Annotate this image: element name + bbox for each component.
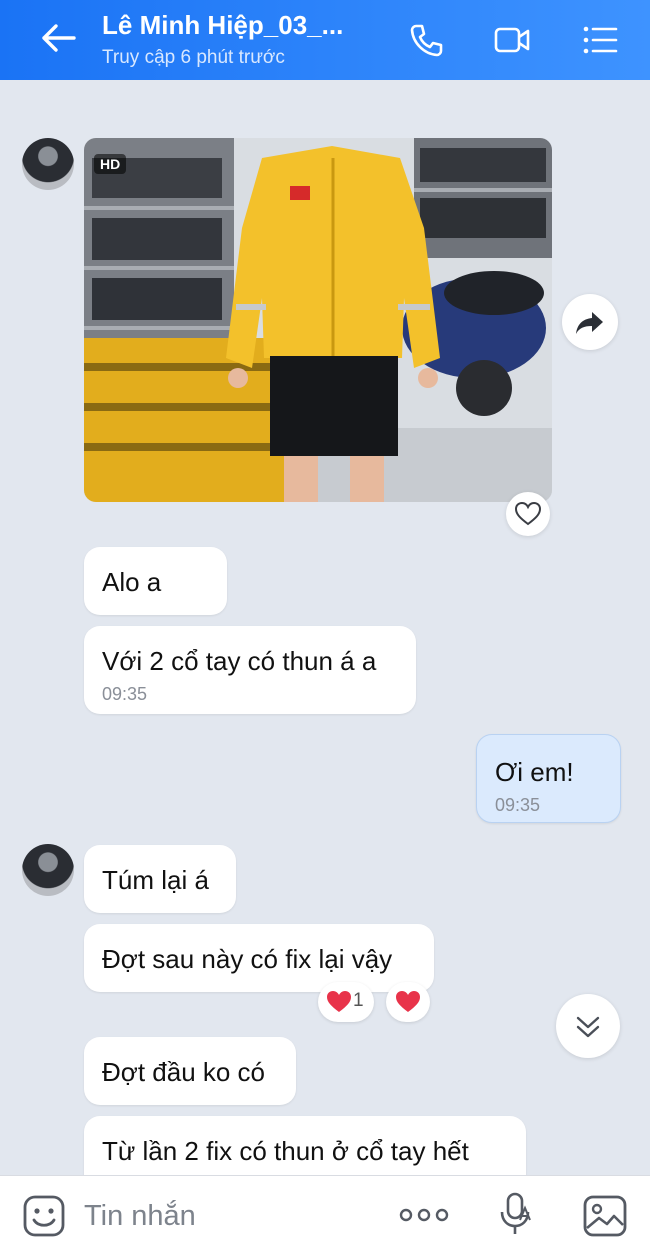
last-seen-status: Truy cập 6 phút trước — [102, 47, 285, 68]
voice-to-text-icon[interactable] — [496, 1190, 536, 1238]
heart-outline-icon — [514, 501, 542, 526]
phone-icon[interactable] — [406, 20, 446, 60]
share-button[interactable] — [562, 294, 618, 350]
message-bubble[interactable]: Đợt đầu ko có — [84, 1037, 296, 1105]
reaction-count: 1 — [353, 990, 364, 1011]
share-icon — [576, 312, 603, 334]
message-input[interactable]: Tin nhắn — [84, 1200, 196, 1233]
more-icon[interactable] — [398, 1204, 450, 1226]
menu-icon[interactable] — [580, 20, 620, 60]
image-icon[interactable] — [582, 1194, 628, 1238]
my-message-bubble[interactable]: Ơi em! 09:35 — [476, 734, 621, 823]
contact-name[interactable]: Lê Minh Hiệp_03_... — [102, 10, 343, 41]
product-photo — [84, 138, 552, 502]
message-bubble[interactable]: Túm lại á — [84, 845, 236, 913]
message-input-bar: Tin nhắn — [0, 1175, 650, 1252]
message-bubble[interactable]: Với 2 cổ tay có thun á a 09:35 — [84, 626, 416, 714]
emoji-icon[interactable] — [22, 1194, 66, 1238]
message-text: Với 2 cổ tay có thun á a — [102, 646, 377, 676]
back-arrow-icon[interactable] — [36, 18, 80, 58]
scroll-down-button[interactable] — [556, 994, 620, 1058]
message-text: Đợt đầu ko có — [102, 1057, 266, 1087]
message-time: 09:35 — [102, 684, 148, 704]
message-bubble[interactable]: Alo a — [84, 547, 227, 615]
react-button[interactable] — [386, 982, 430, 1022]
photo-message[interactable]: HD — [84, 138, 552, 502]
photo-react-button[interactable] — [506, 492, 550, 536]
message-bubble[interactable]: Đợt sau này có fix lại vậy — [84, 924, 434, 992]
reaction-summary[interactable]: 1 — [318, 982, 374, 1022]
message-text: Túm lại á — [102, 865, 209, 895]
video-call-icon[interactable] — [492, 20, 532, 60]
message-text: Đợt sau này có fix lại vậy — [102, 944, 393, 974]
heart-icon — [327, 991, 351, 1012]
scroll-down-icon — [576, 1016, 600, 1038]
heart-icon — [396, 991, 420, 1012]
message-text: Ơi em! — [495, 757, 574, 787]
contact-avatar[interactable] — [22, 138, 74, 190]
message-text: Alo a — [102, 567, 162, 597]
chat-header: Lê Minh Hiệp_03_... Truy cập 6 phút trướ… — [0, 0, 650, 80]
contact-avatar[interactable] — [22, 844, 74, 896]
hd-badge: HD — [94, 154, 127, 174]
message-text: Từ lần 2 fix có thun ở cổ tay hết — [102, 1136, 469, 1166]
message-time: 09:35 — [495, 795, 541, 815]
